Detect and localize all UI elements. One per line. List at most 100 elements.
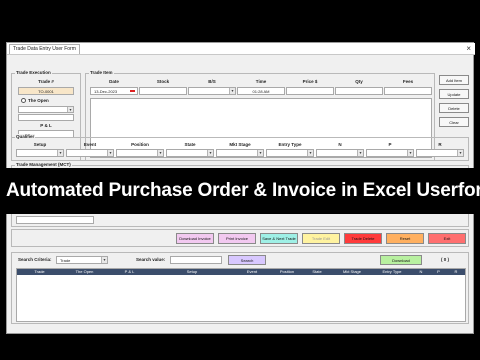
col-price-label: Price $: [302, 79, 318, 84]
window-titlebar: Trade Data Entry User Form ×: [7, 43, 475, 55]
q-p-label: P: [388, 142, 392, 147]
chevron-down-icon[interactable]: ▼: [157, 150, 163, 156]
q-r-label: R: [438, 142, 442, 147]
q-event-label: Event: [83, 142, 97, 147]
q-n-select[interactable]: ▼: [316, 149, 364, 157]
results-count: ( 0 ): [440, 257, 449, 262]
trade-management-caption: Trade Management (MCT): [15, 162, 72, 167]
the-open-field-2[interactable]: [18, 114, 74, 121]
rh-position: Position: [279, 269, 295, 274]
download-invoice-button[interactable]: Download Invoice: [176, 233, 214, 244]
search-button[interactable]: Search: [228, 255, 266, 265]
q-n-label: N: [338, 142, 342, 147]
q-state-select[interactable]: ▼: [166, 149, 214, 157]
chevron-down-icon[interactable]: ▼: [407, 150, 413, 156]
the-open-select[interactable]: ▼: [18, 106, 74, 113]
trade-edit-button[interactable]: Trade Edit: [302, 233, 340, 244]
col-qty-label: Qty: [355, 79, 363, 84]
rh-setup: Setup: [186, 269, 198, 274]
radio-icon[interactable]: [21, 98, 26, 103]
trade-no-label: Trade #: [38, 79, 54, 84]
trade-item-caption: Trade Item: [89, 70, 114, 75]
print-invoice-button[interactable]: Print Invoice: [218, 233, 256, 244]
q-position-label: Position: [131, 142, 149, 147]
q-entry-type-select[interactable]: ▼: [266, 149, 314, 157]
search-frame: Search Criteria: Trade ▼ Search value: S…: [11, 252, 469, 324]
chevron-down-icon[interactable]: ▼: [307, 150, 313, 156]
qualifier-frame: Qualifier Setup Event Position State Mkt…: [11, 134, 469, 161]
chevron-down-icon[interactable]: ▼: [67, 107, 73, 112]
col-date-label: Date: [109, 79, 119, 84]
add-item-button[interactable]: Add Item: [439, 75, 469, 85]
rh-entry-type: Entry Type: [382, 269, 402, 274]
col-time-label: Time: [255, 79, 267, 84]
q-event-select[interactable]: ▼: [66, 149, 114, 157]
action-buttons-frame: Download Invoice Print Invoice Save & Ne…: [11, 229, 469, 247]
trade-management-field[interactable]: [16, 216, 94, 224]
q-position-select[interactable]: ▼: [116, 149, 164, 157]
q-r-select[interactable]: ▼: [416, 149, 464, 157]
trade-execution-caption: Trade Execution: [15, 70, 52, 75]
trade-no-value: TO-0001: [38, 89, 54, 94]
rh-event: Event: [246, 269, 258, 274]
download-button[interactable]: Download: [380, 255, 422, 265]
chevron-down-icon[interactable]: ▼: [207, 150, 213, 156]
time-field[interactable]: 01:28 AM: [237, 87, 285, 95]
clear-button[interactable]: Clear: [439, 117, 469, 127]
close-icon[interactable]: ×: [466, 44, 471, 54]
rh-pl: P & L: [124, 269, 135, 274]
calendar-icon[interactable]: [130, 90, 135, 92]
rh-r: R: [454, 269, 458, 274]
search-criteria-select[interactable]: Trade ▼: [56, 256, 108, 264]
rh-the-open: The Open: [75, 269, 94, 274]
q-setup-select[interactable]: ▼: [16, 149, 64, 157]
exit-button[interactable]: Exit: [428, 233, 466, 244]
reset-button[interactable]: Reset: [386, 233, 424, 244]
pl-label: P & L: [40, 123, 52, 128]
stock-field[interactable]: [139, 87, 187, 95]
save-next-trade-button[interactable]: Save & Next Trade: [260, 233, 298, 244]
rh-n: N: [419, 269, 423, 274]
video-title-banner: Automated Purchase Order & Invoice in Ex…: [6, 168, 480, 214]
the-open-option[interactable]: The Open: [18, 97, 74, 104]
results-table[interactable]: Trade The Open P & L Setup Event Positio…: [16, 268, 466, 322]
fees-field[interactable]: [384, 87, 432, 95]
search-value-label: Search value:: [136, 257, 166, 262]
q-mkt-stage-label: Mkt Stage: [229, 142, 251, 147]
col-bs-label: B/S: [208, 79, 216, 84]
q-p-select[interactable]: ▼: [366, 149, 414, 157]
chevron-down-icon[interactable]: ▼: [229, 88, 235, 94]
qty-field[interactable]: [335, 87, 383, 95]
delete-button[interactable]: Delete: [439, 103, 469, 113]
update-button[interactable]: Update: [439, 89, 469, 99]
col-stock-label: Stock: [156, 79, 170, 84]
chevron-down-icon[interactable]: ▼: [457, 150, 463, 156]
chevron-down-icon[interactable]: ▼: [57, 150, 63, 156]
trade-no-field: TO-0001: [18, 87, 74, 95]
q-setup-label: Setup: [33, 142, 47, 147]
q-mkt-stage-select[interactable]: ▼: [216, 149, 264, 157]
rh-state: State: [312, 269, 322, 274]
q-state-label: State: [184, 142, 196, 147]
price-field[interactable]: [286, 87, 334, 95]
the-open-label: The Open: [28, 98, 49, 103]
bs-select[interactable]: ▼: [188, 87, 236, 95]
qualifier-caption: Qualifier: [15, 134, 36, 139]
banner-text: Automated Purchase Order & Invoice in Ex…: [6, 180, 480, 201]
rh-trade: Trade: [34, 269, 45, 274]
window-tab[interactable]: Trade Data Entry User Form: [9, 44, 80, 54]
chevron-down-icon[interactable]: ▼: [357, 150, 363, 156]
search-criteria-value: Trade: [60, 258, 71, 263]
search-value-input[interactable]: [170, 256, 222, 264]
date-field[interactable]: 13-Dec-2023: [90, 87, 138, 95]
chevron-down-icon[interactable]: ▼: [101, 257, 107, 263]
results-header-row: Trade The Open P & L Setup Event Positio…: [17, 269, 465, 275]
rh-p: P: [437, 269, 440, 274]
chevron-down-icon[interactable]: ▼: [257, 150, 263, 156]
rh-mkt-stage: Mkt Stage: [342, 269, 361, 274]
trade-delete-button[interactable]: Trade Delete: [344, 233, 382, 244]
chevron-down-icon[interactable]: ▼: [107, 150, 113, 156]
search-criteria-label: Search Criteria:: [18, 257, 52, 262]
q-entry-type-label: Entry Type: [278, 142, 302, 147]
time-value: 01:28 AM: [252, 89, 270, 94]
